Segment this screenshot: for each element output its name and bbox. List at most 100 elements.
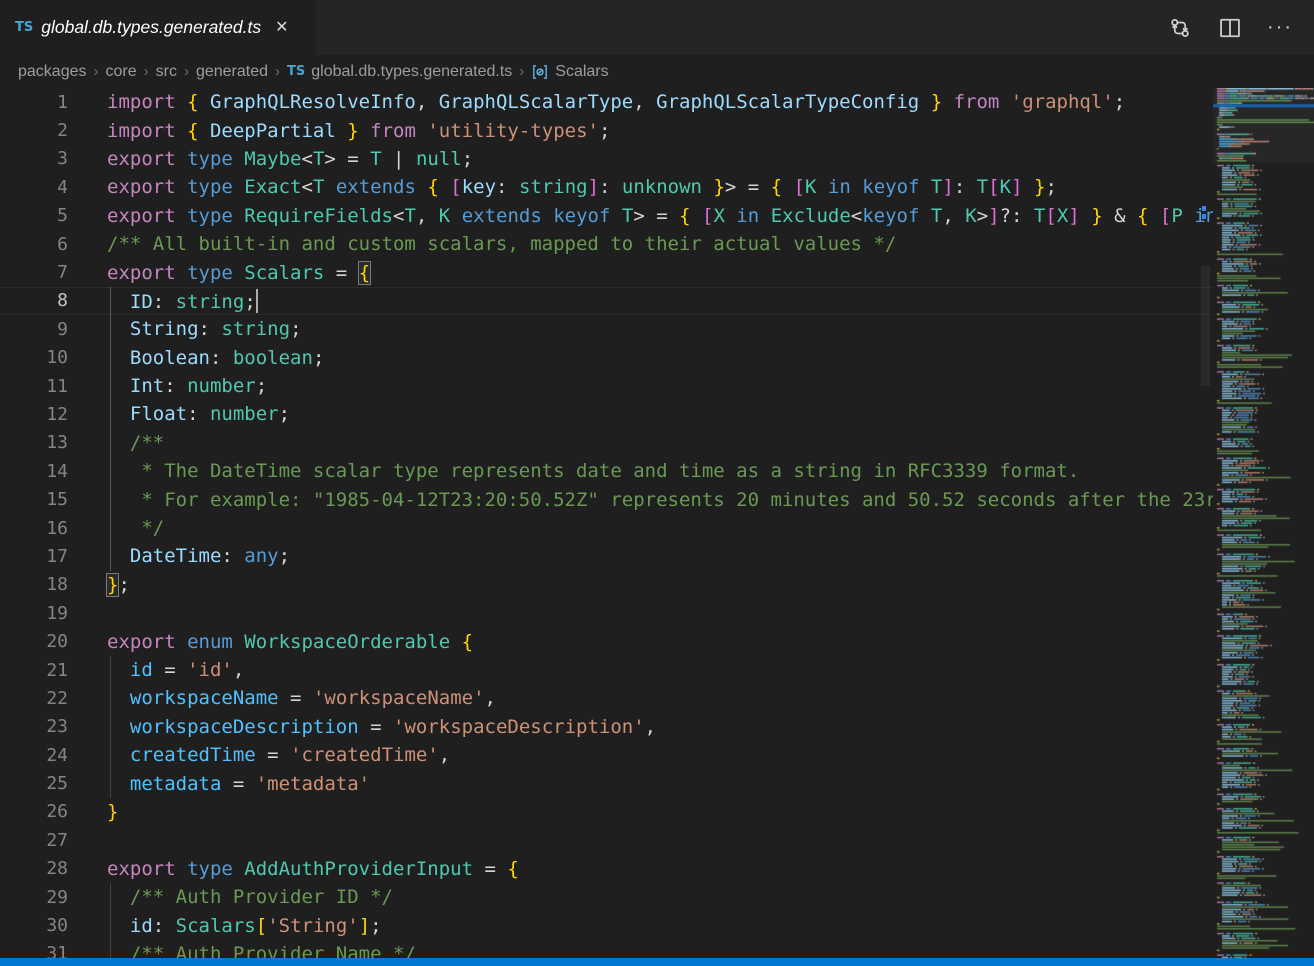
breadcrumb-item-core[interactable]: core <box>106 63 137 81</box>
line-number: 2 <box>0 120 68 141</box>
code-line[interactable]: 20export enum WorkspaceOrderable { <box>0 627 1213 655</box>
breadcrumb-separator-icon: › <box>144 63 149 80</box>
code-text: /** Auth Provider ID */ <box>68 886 393 908</box>
code-line[interactable]: 14 * The DateTime scalar type represents… <box>0 457 1213 485</box>
line-number: 16 <box>0 518 68 539</box>
code-text: export enum WorkspaceOrderable { <box>68 631 473 653</box>
symbol-type-icon <box>531 63 549 81</box>
code-line[interactable]: 18}; <box>0 571 1213 599</box>
code-text: Float: number; <box>68 403 290 425</box>
tab-global-db-types-generated[interactable]: TS global.db.types.generated.ts ✕ <box>0 0 316 55</box>
code-line[interactable]: 8 ID: string; <box>0 287 1213 315</box>
code-line[interactable]: 5export type RequireFields<T, K extends … <box>0 202 1213 230</box>
code-line[interactable]: 23 workspaceDescription = 'workspaceDesc… <box>0 713 1213 741</box>
breadcrumb-label: Scalars <box>555 63 608 81</box>
code-line[interactable]: 4export type Exact<T extends { [key: str… <box>0 173 1213 201</box>
code-line[interactable]: 19 <box>0 599 1213 627</box>
more-actions-icon[interactable]: ··· <box>1268 16 1292 40</box>
code-text: export type AddAuthProviderInput = { <box>68 858 519 880</box>
breadcrumb-separator-icon: › <box>519 63 524 80</box>
split-editor-icon[interactable] <box>1218 16 1242 40</box>
code-text: export type Exact<T extends { [key: stri… <box>68 176 1057 198</box>
code-line[interactable]: 24 createdTime = 'createdTime', <box>0 741 1213 769</box>
breadcrumb-item-src[interactable]: src <box>156 63 177 81</box>
code-text: export type Maybe<T> = T | null; <box>68 148 473 170</box>
code-line[interactable]: 30 id: Scalars['String']; <box>0 911 1213 939</box>
code-text: String: string; <box>68 318 302 340</box>
code-area[interactable]: 1import { GraphQLResolveInfo, GraphQLSca… <box>0 88 1213 958</box>
cursor-decoration <box>1202 206 1206 211</box>
code-line[interactable]: 2import { DeepPartial } from 'utility-ty… <box>0 116 1213 144</box>
code-text: id: Scalars['String']; <box>68 915 382 937</box>
code-line[interactable]: 25 metadata = 'metadata' <box>0 769 1213 797</box>
line-number: 20 <box>0 631 68 652</box>
code-line[interactable]: 1import { GraphQLResolveInfo, GraphQLSca… <box>0 88 1213 116</box>
tab-filename: global.db.types.generated.ts <box>41 17 261 38</box>
code-line[interactable]: 16 */ <box>0 514 1213 542</box>
line-number: 17 <box>0 546 68 567</box>
text-cursor <box>256 289 258 313</box>
line-number: 15 <box>0 489 68 510</box>
code-text: export type RequireFields<T, K extends k… <box>68 205 1213 227</box>
code-text: metadata = 'metadata' <box>68 773 370 795</box>
line-number: 1 <box>0 92 68 113</box>
minimap[interactable] <box>1213 88 1314 958</box>
code-line[interactable]: 29 /** Auth Provider ID */ <box>0 883 1213 911</box>
line-number: 13 <box>0 432 68 453</box>
code-line[interactable]: 11 Int: number; <box>0 372 1213 400</box>
code-line[interactable]: 3export type Maybe<T> = T | null; <box>0 145 1213 173</box>
line-number: 28 <box>0 858 68 879</box>
code-line[interactable]: 13 /** <box>0 429 1213 457</box>
line-number: 5 <box>0 205 68 226</box>
code-text: import { GraphQLResolveInfo, GraphQLScal… <box>68 91 1125 113</box>
breadcrumb-item-generated[interactable]: generated <box>196 63 268 81</box>
code-line[interactable]: 26} <box>0 798 1213 826</box>
line-number: 27 <box>0 830 68 851</box>
close-tab-icon[interactable]: ✕ <box>275 20 288 36</box>
line-number: 9 <box>0 319 68 340</box>
code-line[interactable]: 27 <box>0 826 1213 854</box>
code-text: ID: string; <box>68 289 258 313</box>
indent-guide <box>110 656 111 798</box>
code-text: workspaceName = 'workspaceName', <box>68 687 496 709</box>
code-text: }; <box>68 574 130 596</box>
code-line[interactable]: 31 /** Auth Provider Name */ <box>0 940 1213 958</box>
overview-ruler[interactable] <box>1200 88 1213 958</box>
breadcrumb-item-packages[interactable]: packages <box>18 63 87 81</box>
line-number: 23 <box>0 716 68 737</box>
code-line[interactable]: 7export type Scalars = { <box>0 258 1213 286</box>
code-text: DateTime: any; <box>68 545 290 567</box>
code-editor[interactable]: 1import { GraphQLResolveInfo, GraphQLSca… <box>0 88 1314 958</box>
code-line[interactable]: 6/** All built-in and custom scalars, ma… <box>0 230 1213 258</box>
code-line[interactable]: 9 String: string; <box>0 315 1213 343</box>
code-text: */ <box>68 517 164 539</box>
code-text: export type Scalars = { <box>68 262 370 284</box>
breadcrumb-label: src <box>156 63 177 81</box>
code-line[interactable]: 22 workspaceName = 'workspaceName', <box>0 684 1213 712</box>
code-text: /** All built-in and custom scalars, map… <box>68 233 896 255</box>
vscode-window: TS global.db.types.generated.ts ✕ <box>0 0 1314 966</box>
scrollbar-slider <box>1201 266 1210 386</box>
open-changes-icon[interactable] <box>1168 16 1192 40</box>
code-text: * The DateTime scalar type represents da… <box>68 460 1079 482</box>
cursor-decoration <box>1202 214 1206 219</box>
code-line[interactable]: 12 Float: number; <box>0 400 1213 428</box>
line-number: 29 <box>0 887 68 908</box>
code-text: createdTime = 'createdTime', <box>68 744 450 766</box>
breadcrumb-separator-icon: › <box>275 63 280 80</box>
breadcrumb-item-scalars[interactable]: Scalars <box>531 63 608 81</box>
line-number: 10 <box>0 347 68 368</box>
code-line[interactable]: 28export type AddAuthProviderInput = { <box>0 855 1213 883</box>
line-number: 30 <box>0 915 68 936</box>
breadcrumb-label: packages <box>18 63 87 81</box>
code-line[interactable]: 17 DateTime: any; <box>0 542 1213 570</box>
code-line[interactable]: 10 Boolean: boolean; <box>0 344 1213 372</box>
code-line[interactable]: 15 * For example: "1985-04-12T23:20:50.5… <box>0 485 1213 513</box>
breadcrumb-item-global-db-types-generated-ts[interactable]: TSglobal.db.types.generated.ts <box>287 63 512 81</box>
code-line[interactable]: 21 id = 'id', <box>0 656 1213 684</box>
line-number: 31 <box>0 943 68 958</box>
code-text: /** Auth Provider Name */ <box>68 943 416 958</box>
line-number: 24 <box>0 745 68 766</box>
indent-guide <box>110 287 111 571</box>
editor-actions: ··· <box>1168 0 1314 55</box>
